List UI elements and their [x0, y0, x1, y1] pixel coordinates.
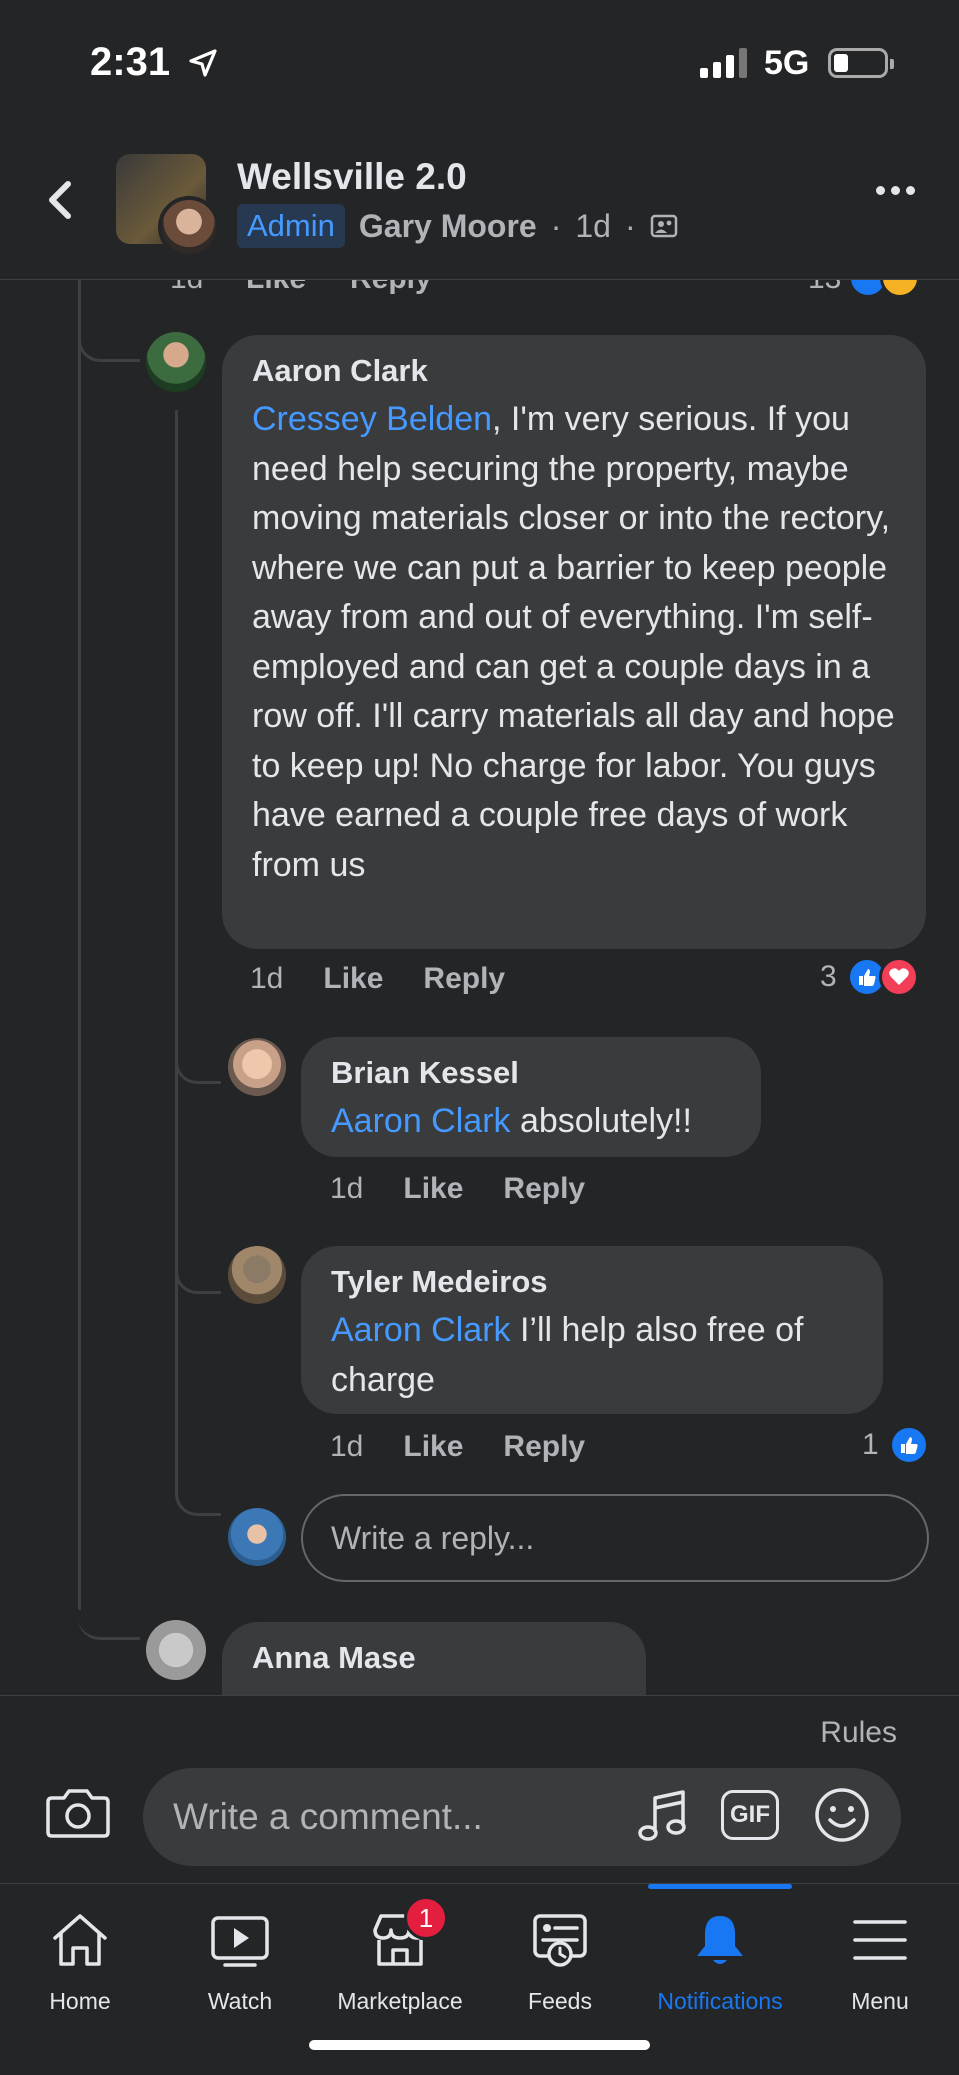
current-user-avatar: [228, 1508, 286, 1566]
comment-author[interactable]: Brian Kessel: [331, 1055, 733, 1091]
reply-button[interactable]: Reply: [503, 1430, 585, 1464]
location-arrow-icon: [189, 49, 217, 77]
prev-reaction-count: 13: [808, 280, 841, 296]
group-avatar[interactable]: [116, 154, 220, 258]
care-reaction-icon: [880, 280, 920, 298]
group-name[interactable]: Wellsville 2.0: [237, 156, 467, 198]
back-chevron-icon[interactable]: [36, 170, 86, 230]
comment-thread: 1d Like Reply 13 Aaron Clark Cressey Bel…: [0, 280, 959, 1695]
reply-connector: [175, 1228, 221, 1294]
tab-feeds[interactable]: Feeds: [480, 1884, 640, 2034]
tab-label: Watch: [207, 1988, 273, 2014]
comment-time: 1d: [250, 962, 284, 995]
comment-time: 1d: [330, 1172, 364, 1205]
cellular-signal-icon: [700, 48, 747, 78]
love-reaction-icon: [878, 957, 919, 997]
thread-connector: [78, 1580, 140, 1640]
avatar[interactable]: [228, 1246, 286, 1304]
reaction-count: 1: [862, 1428, 879, 1461]
tab-label: Notifications: [657, 1988, 783, 2014]
comment-bubble[interactable]: Brian Kessel Aaron Clark absolutely!!: [301, 1037, 761, 1157]
prev-like-button[interactable]: Like: [246, 280, 306, 296]
poster-avatar: [158, 196, 220, 258]
comment-author[interactable]: Anna Mase: [252, 1640, 618, 1676]
avatar[interactable]: [146, 332, 206, 392]
meta-separator: ·: [550, 207, 562, 244]
group-members-icon: [650, 214, 677, 238]
gif-button[interactable]: GIF: [721, 1790, 779, 1840]
rules-link[interactable]: Rules: [820, 1716, 897, 1750]
watch-icon: [211, 1916, 269, 1967]
poster-name[interactable]: Gary Moore: [359, 208, 537, 245]
avatar[interactable]: [228, 1038, 286, 1096]
reply-connector: [175, 1460, 221, 1516]
reply-connector: [175, 1020, 221, 1084]
comment-author[interactable]: Tyler Medeiros: [331, 1264, 855, 1300]
like-button[interactable]: Like: [323, 962, 383, 996]
comment-time: 1d: [330, 1430, 364, 1463]
admin-badge: Admin: [237, 204, 345, 248]
post-age: 1d: [575, 207, 611, 244]
thread-line: [78, 280, 81, 1610]
notification-badge: 1: [404, 1896, 448, 1940]
tab-menu[interactable]: Menu: [800, 1884, 959, 2034]
reply-button[interactable]: Reply: [503, 1172, 585, 1206]
reply-placeholder: Write a reply...: [331, 1519, 535, 1556]
mention-link[interactable]: Aaron Clark: [331, 1311, 511, 1349]
prev-comment-time: 1d: [170, 280, 203, 296]
comment-actions: 1d Like Reply: [330, 1172, 585, 1206]
status-time: 2:31: [90, 40, 171, 84]
comment-text: Aaron Clark absolutely!!: [331, 1102, 692, 1140]
comment-input[interactable]: Write a comment... GIF: [143, 1768, 901, 1866]
comment-actions: 1d Like Reply: [330, 1430, 585, 1464]
tab-label: Home: [49, 1988, 111, 2014]
comment-author[interactable]: Aaron Clark: [252, 353, 898, 389]
tab-label: Marketplace: [337, 1988, 463, 2014]
post-meta: Admin Gary Moore · 1d ·: [237, 204, 678, 248]
like-button[interactable]: Like: [403, 1172, 463, 1206]
battery-icon: [828, 48, 894, 78]
reaction-summary[interactable]: 1: [862, 1425, 929, 1465]
reply-thread-line: [175, 410, 178, 1474]
network-type: 5G: [764, 44, 810, 82]
meta-separator-2: ·: [624, 207, 636, 244]
more-options-icon[interactable]: [876, 186, 915, 195]
tab-notifications[interactable]: Notifications: [640, 1884, 800, 2034]
bell-icon: [697, 1916, 743, 1964]
status-bar: 2:31 5G: [0, 0, 959, 130]
post-header: Wellsville 2.0 Admin Gary Moore · 1d ·: [0, 130, 959, 280]
avatar[interactable]: [146, 1620, 206, 1680]
prev-comment-actions: 1d Like Reply 13: [0, 280, 959, 298]
comment-text: Cressey Belden, I'm very serious. If you…: [252, 400, 895, 884]
prev-reply-button[interactable]: Reply: [350, 280, 432, 296]
tab-label: Menu: [851, 1988, 909, 2014]
mention-link[interactable]: Cressey Belden: [252, 400, 492, 438]
feeds-icon: [533, 1914, 587, 1967]
tab-label: Feeds: [528, 1988, 592, 2014]
like-button[interactable]: Like: [403, 1430, 463, 1464]
home-indicator[interactable]: [309, 2040, 650, 2050]
comment-text: Aaron Clark I’ll help also free of charg…: [331, 1311, 804, 1399]
emoji-icon[interactable]: [813, 1786, 871, 1844]
camera-icon[interactable]: [46, 1784, 110, 1840]
comment-bubble[interactable]: Aaron Clark Cressey Belden, I'm very ser…: [222, 335, 926, 949]
like-reaction-icon: [888, 1425, 929, 1465]
reaction-summary[interactable]: 3: [820, 957, 919, 997]
comment-bubble[interactable]: Tyler Medeiros Aaron Clark I’ll help als…: [301, 1246, 883, 1414]
tab-home[interactable]: Home: [0, 1884, 160, 2034]
comment-actions: 1d Like Reply: [250, 962, 505, 996]
reply-button[interactable]: Reply: [423, 962, 505, 996]
menu-icon: [853, 1920, 907, 1960]
reply-input[interactable]: Write a reply...: [301, 1494, 929, 1582]
music-note-icon[interactable]: [633, 1786, 693, 1846]
comment-placeholder: Write a comment...: [173, 1796, 483, 1837]
comment-bubble[interactable]: Anna Mase: [222, 1622, 646, 1695]
tab-watch[interactable]: Watch: [160, 1884, 320, 2034]
reaction-count: 3: [820, 960, 837, 993]
mention-link[interactable]: Aaron Clark: [331, 1102, 511, 1140]
comment-composer: Rules Write a comment... GIF: [0, 1695, 959, 1883]
tab-marketplace[interactable]: Marketplace: [320, 1884, 480, 2034]
home-icon: [53, 1914, 107, 1966]
